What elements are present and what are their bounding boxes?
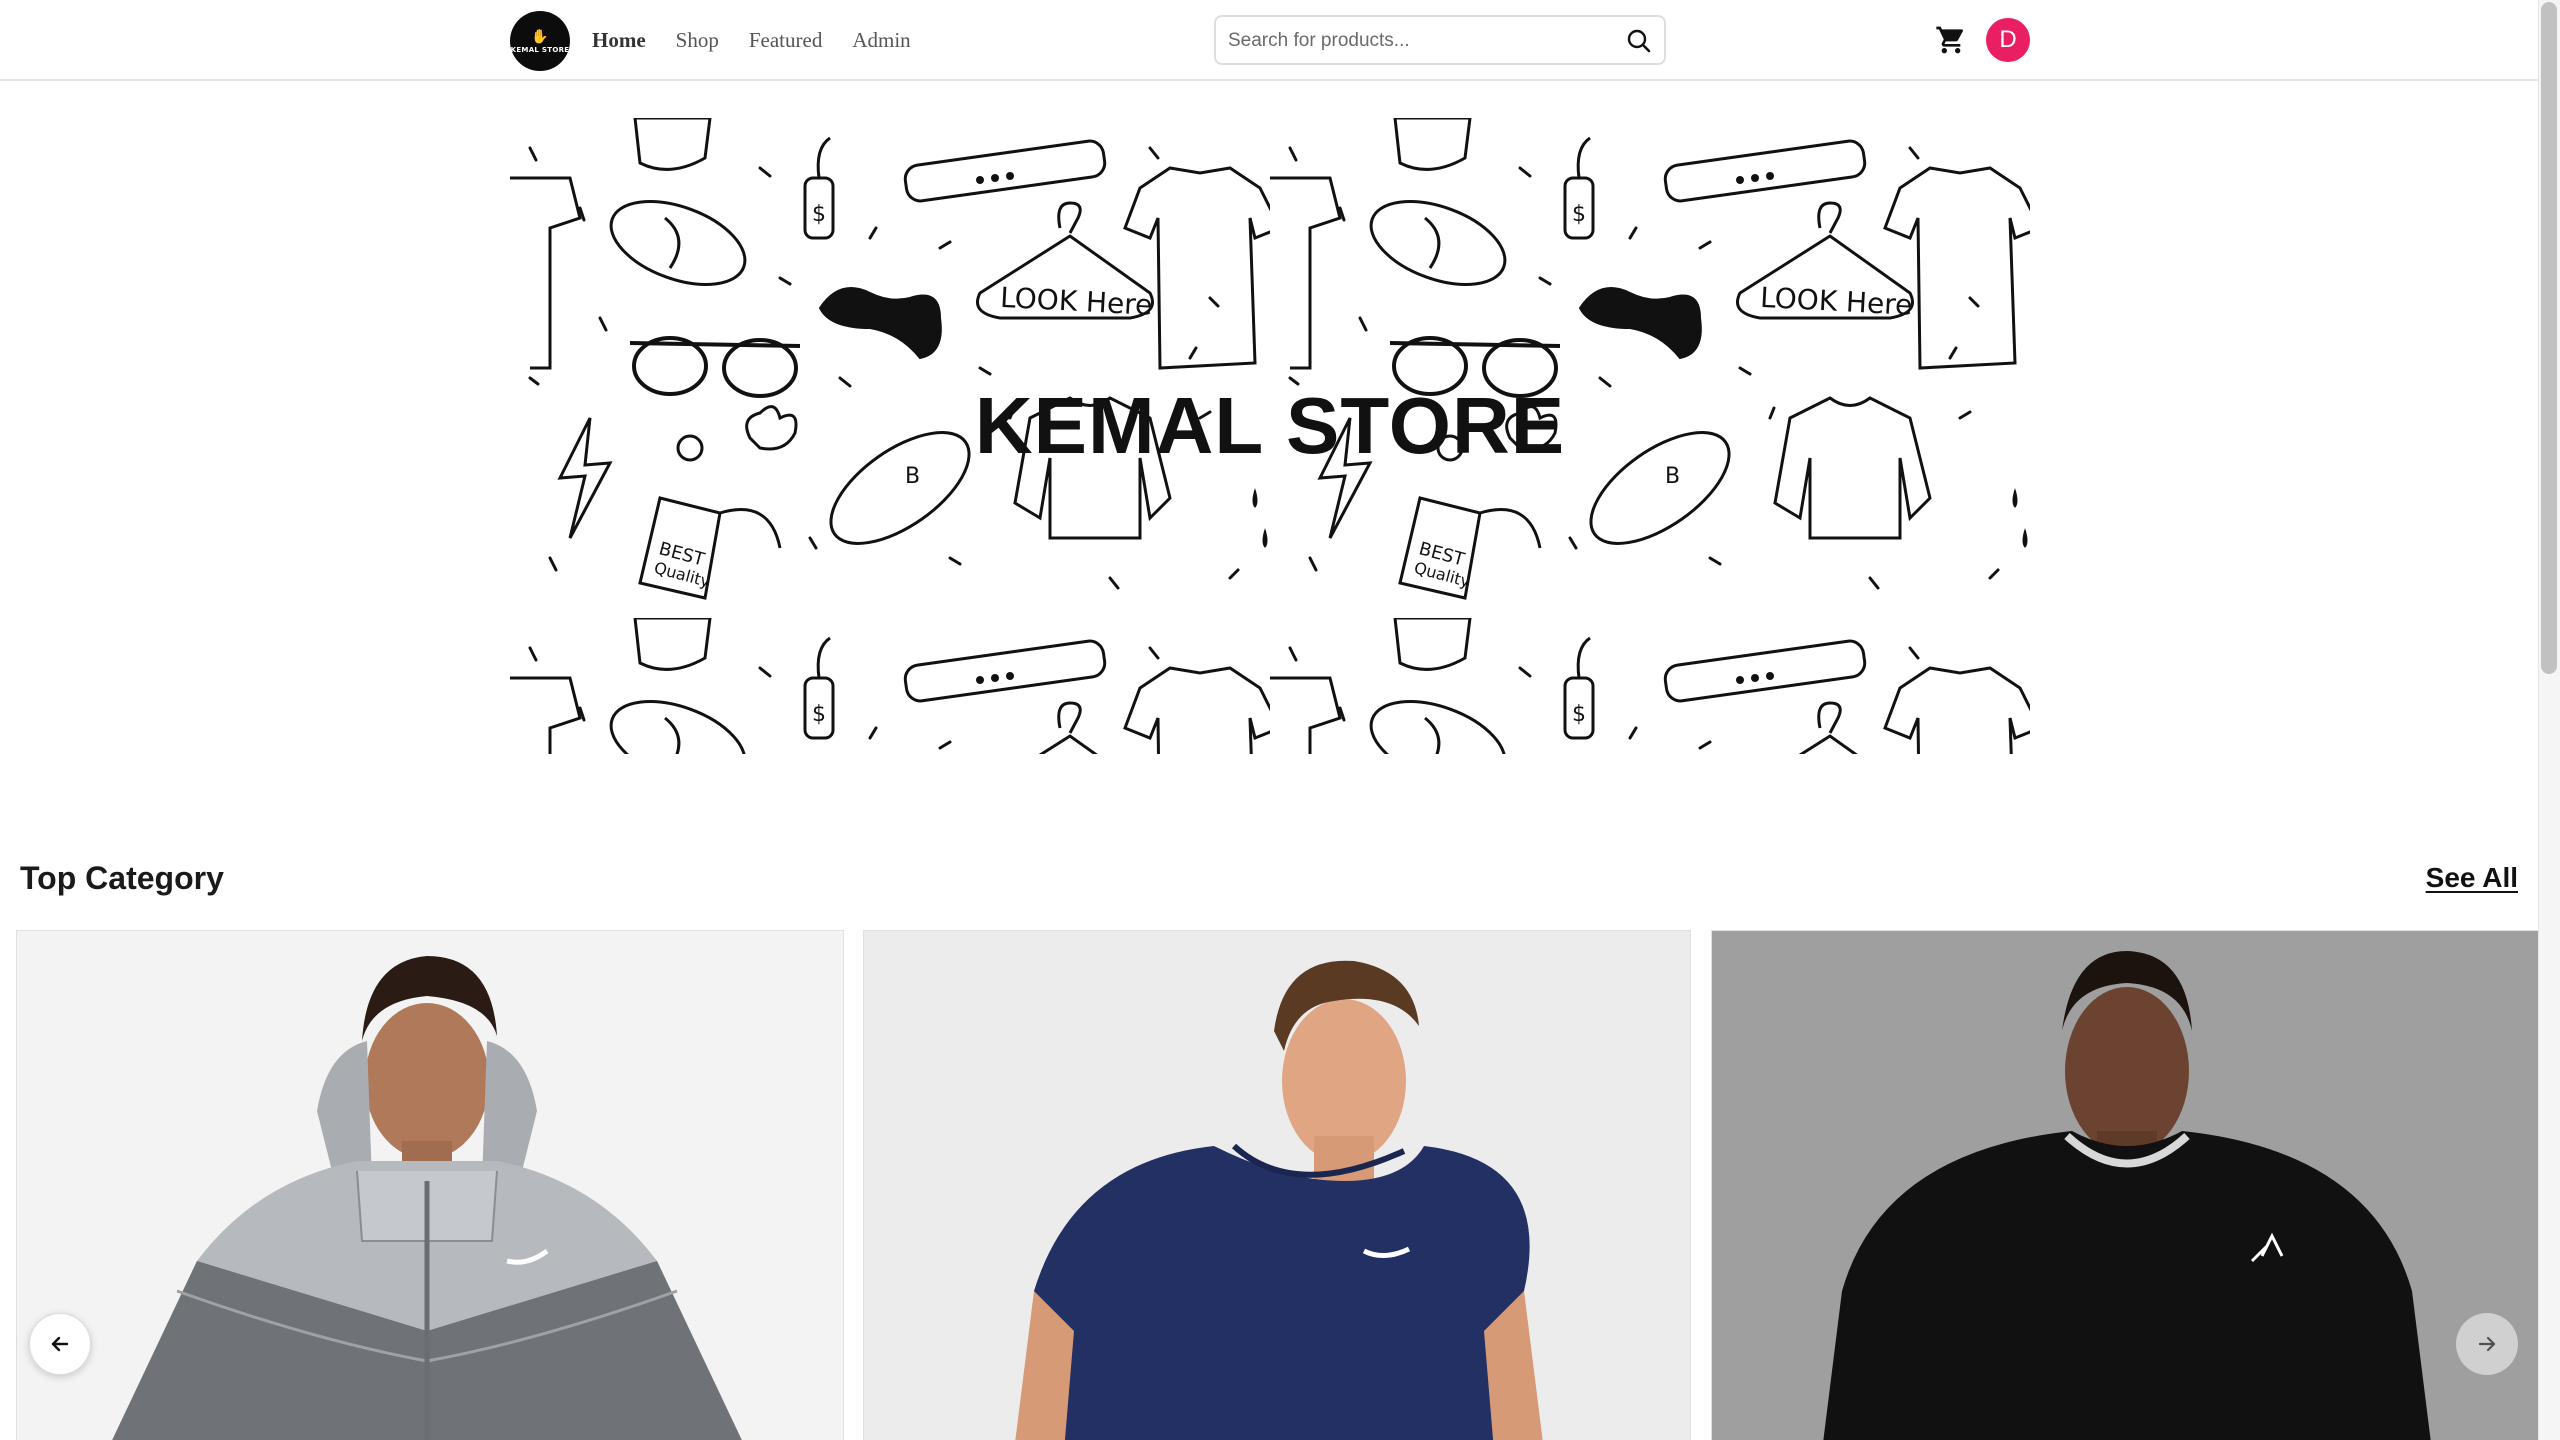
category-carousel	[16, 930, 2539, 1440]
arrow-left-icon	[51, 1336, 69, 1352]
nav-link-home[interactable]: Home	[592, 28, 646, 53]
nav-link-admin[interactable]: Admin	[852, 28, 910, 53]
search-bar	[1214, 15, 1666, 65]
carousel-prev-button[interactable]	[29, 1313, 91, 1375]
category-card-sweatshirt[interactable]	[1711, 930, 2539, 1440]
navbar: ✋ KEMAL STORE Home Shop Featured Admin D	[0, 0, 2538, 81]
main-nav: Home Shop Featured Admin	[592, 0, 911, 80]
logo-text: KEMAL STORE	[510, 45, 570, 54]
search-icon[interactable]	[1626, 28, 1652, 54]
search-input[interactable]	[1228, 26, 1608, 56]
category-card-tshirt[interactable]	[863, 930, 1691, 1440]
product-image-black-sweatshirt	[1823, 951, 2431, 1440]
store-logo[interactable]: ✋ KEMAL STORE	[510, 11, 570, 71]
nav-link-shop[interactable]: Shop	[676, 28, 719, 53]
carousel-next-button[interactable]	[2456, 1313, 2518, 1375]
page-scrollbar-thumb[interactable]	[2541, 2, 2557, 674]
logo-mark-icon: ✋	[531, 27, 549, 44]
hero-banner: $ LOOK Here	[510, 118, 2030, 754]
user-avatar[interactable]: D	[1986, 18, 2030, 62]
category-card-jacket[interactable]	[16, 930, 844, 1440]
nav-link-featured[interactable]: Featured	[749, 28, 822, 53]
product-image-puffer-jacket	[112, 956, 742, 1440]
arrow-right-icon	[2478, 1336, 2496, 1352]
product-image-navy-tshirt	[1015, 960, 1543, 1440]
section-title-top-category: Top Category	[20, 860, 224, 896]
hero-title: KEMAL STORE	[974, 381, 1566, 470]
shopping-cart-icon[interactable]	[1935, 24, 1967, 56]
navbar-inner: ✋ KEMAL STORE Home Shop Featured Admin D	[510, 0, 2030, 80]
see-all-link[interactable]: See All	[2426, 862, 2518, 894]
